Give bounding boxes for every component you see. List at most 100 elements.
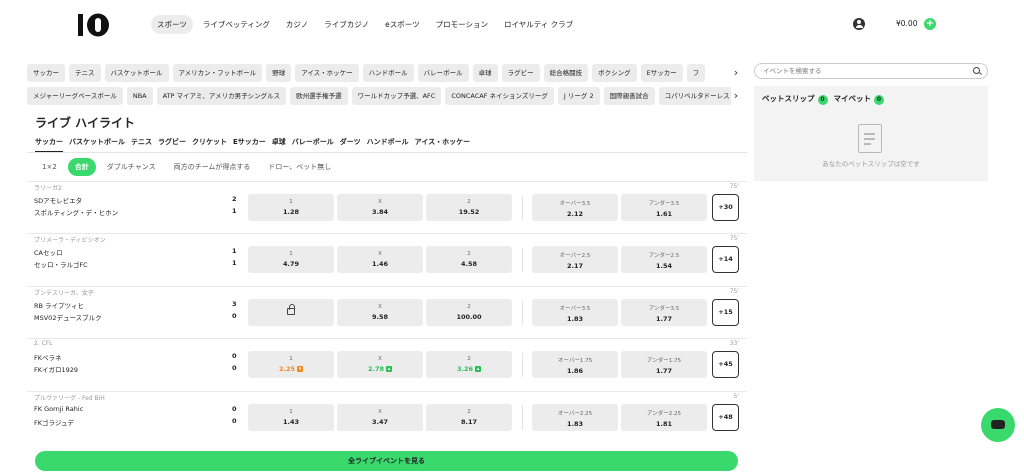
- odd-away-button[interactable]: 2 100.00: [426, 299, 512, 326]
- league-chip[interactable]: ワールドカップ予選、AFC: [351, 87, 442, 105]
- odd-draw-button[interactable]: X 9.58: [337, 299, 423, 326]
- market-tab-1x2[interactable]: 1×2: [35, 159, 64, 175]
- more-markets-button[interactable]: +48: [712, 404, 739, 431]
- deposit-button[interactable]: +: [924, 18, 936, 30]
- event-row[interactable]: ラリーガ2 75' SDアモレビエタ スポルティング・デ・ヒホン 2 1 1 1.…: [27, 181, 747, 233]
- sport-chip[interactable]: アメリカン・フットボール: [172, 64, 263, 82]
- tab-my-bets[interactable]: マイベット 0: [834, 93, 884, 105]
- arrow-down-icon: ▾: [297, 366, 304, 372]
- all-live-events-button[interactable]: 全ライブイベントを見る: [35, 451, 738, 471]
- market-tab-draw-no-bet[interactable]: ドロー、ベット無し: [261, 158, 338, 176]
- match-time: 33': [729, 340, 739, 347]
- event-row[interactable]: プルヴァリーグ - Fed BiH 5' FK Gornji Rahic FKゴ…: [27, 391, 747, 443]
- tab-basketball[interactable]: バスケットボール: [69, 137, 125, 153]
- odd-away-button[interactable]: 2 19.52: [426, 194, 512, 221]
- more-markets-button[interactable]: +15: [712, 299, 739, 326]
- sport-chip[interactable]: 野球: [266, 64, 292, 82]
- more-markets-button[interactable]: +14: [712, 246, 739, 273]
- odd-over-button[interactable]: オーバー2.25 1.83: [532, 404, 618, 431]
- odd-away-button[interactable]: 2 8.17: [426, 404, 512, 431]
- event-row[interactable]: ブンデスリーガ、女子 75' RB ライプツィヒ MSV02デュースブルク 3 …: [27, 286, 747, 338]
- odd-over-button[interactable]: オーバー3.5 2.12: [532, 194, 618, 221]
- odd-away-button[interactable]: 2 4.58: [426, 246, 512, 273]
- event-row[interactable]: 2. CFL 33' FKペラネ FKイガロ1929 0 0 1 2.25 ▾ X 2…: [27, 338, 747, 390]
- odd-home-button[interactable]: 1 1.43: [248, 404, 334, 431]
- tab-ice-hockey[interactable]: アイス・ホッケー: [415, 137, 470, 153]
- arrow-up-icon: ▴: [475, 366, 482, 372]
- sport-chip[interactable]: Eサッカー: [640, 64, 683, 82]
- league-chip[interactable]: NBA: [126, 87, 153, 105]
- tab-volleyball[interactable]: バレーボール: [292, 137, 334, 153]
- tab-esoccer[interactable]: Eサッカー: [233, 137, 266, 153]
- score-away: 0: [232, 417, 237, 425]
- odd-over-button[interactable]: オーバー3.5 1.83: [532, 299, 618, 326]
- odd-home-button[interactable]: 1 2.25 ▾: [248, 351, 334, 378]
- team-home: FKペラネ: [34, 354, 62, 362]
- sport-chip[interactable]: 総合格闘技: [543, 64, 589, 82]
- tab-tennis[interactable]: テニス: [131, 137, 152, 153]
- odd-value: 2.78 ▴: [337, 365, 423, 373]
- league-chip[interactable]: ATP マイアミ、アメリカ男子シングルス: [156, 87, 287, 105]
- odd-draw-button[interactable]: X 1.46: [337, 246, 423, 273]
- sport-chip[interactable]: バレーボール: [417, 64, 469, 82]
- league-chip[interactable]: J リーグ 2: [557, 87, 600, 105]
- league-chip[interactable]: 国際親善試合: [603, 87, 655, 105]
- market-tab-double-chance[interactable]: ダブルチャンス: [100, 158, 163, 176]
- sport-chip[interactable]: サッカー: [27, 64, 65, 82]
- odd-draw-button[interactable]: X 3.84: [337, 194, 423, 221]
- search-icon[interactable]: [973, 67, 980, 74]
- score-away: 0: [232, 364, 237, 372]
- event-row[interactable]: プリメーラ・ディビシオン 75' CAセッロ セッロ・ラルゴFC 1 1 1 4.…: [27, 233, 747, 285]
- odd-under-button[interactable]: アンダー3.5 1.77: [621, 299, 707, 326]
- odd-under-button[interactable]: アンダー2.5 1.54: [621, 246, 707, 273]
- nav-sports[interactable]: スポーツ: [151, 15, 193, 34]
- odd-under-button[interactable]: アンダー3.5 1.61: [621, 194, 707, 221]
- league-chip[interactable]: CONCACAF ネイションズリーグ: [445, 87, 554, 105]
- sport-chip[interactable]: ハンドボール: [362, 64, 414, 82]
- more-markets-button[interactable]: +45: [712, 351, 739, 378]
- league-chip[interactable]: 欧州選手権予選: [290, 87, 348, 105]
- more-markets-button[interactable]: +30: [712, 194, 739, 221]
- nav-live-betting[interactable]: ライブベッティング: [197, 15, 276, 34]
- tab-rugby[interactable]: ラグビー: [158, 137, 186, 153]
- user-icon[interactable]: [853, 18, 865, 30]
- league-chip[interactable]: メジャーリーグベースボール: [27, 87, 123, 105]
- tab-soccer[interactable]: サッカー: [35, 137, 63, 153]
- odd-under-button[interactable]: アンダー1.75 1.77: [621, 351, 707, 378]
- sport-chip[interactable]: フ: [686, 64, 706, 82]
- market-tab-total[interactable]: 合計: [67, 158, 96, 176]
- logo[interactable]: [77, 12, 113, 38]
- chat-button[interactable]: [981, 408, 1015, 442]
- sport-chip[interactable]: 卓球: [472, 64, 498, 82]
- tab-table-tennis[interactable]: 卓球: [272, 137, 286, 153]
- league-chip[interactable]: コパリベルタドーレス: [658, 87, 736, 105]
- chevron-right-icon[interactable]: ›: [731, 64, 741, 82]
- nav-casino[interactable]: カジノ: [280, 15, 314, 34]
- search-input[interactable]: [763, 66, 963, 76]
- sport-chip[interactable]: ラグビー: [501, 64, 540, 82]
- market-tab-both-score[interactable]: 両方のチームが得点する: [167, 158, 258, 176]
- odd-away-button[interactable]: 2 3.26 ▴: [426, 351, 512, 378]
- nav-promotions[interactable]: プロモーション: [430, 15, 494, 34]
- nav-live-casino[interactable]: ライブカジノ: [318, 15, 375, 34]
- tab-cricket[interactable]: クリケット: [192, 137, 227, 153]
- odd-home-button[interactable]: 1 4.79: [248, 246, 334, 273]
- sport-chip[interactable]: アイス・ホッケー: [295, 64, 359, 82]
- tab-handball[interactable]: ハンドボール: [367, 137, 409, 153]
- nav-esports[interactable]: eスポーツ: [379, 15, 425, 34]
- odd-over-button[interactable]: オーバー2.5 2.17: [532, 246, 618, 273]
- tab-betslip[interactable]: ベットスリップ 0: [762, 93, 828, 105]
- sport-chip[interactable]: ボクシング: [592, 64, 637, 82]
- sport-chip[interactable]: バスケットボール: [104, 64, 169, 82]
- sport-chip[interactable]: テニス: [69, 64, 101, 82]
- team-away: スポルティング・デ・ヒホン: [34, 209, 119, 217]
- chevron-right-icon[interactable]: ›: [731, 87, 741, 105]
- odd-under-button[interactable]: アンダー2.25 1.81: [621, 404, 707, 431]
- odd-draw-button[interactable]: X 2.78 ▴: [337, 351, 423, 378]
- odd-home-button[interactable]: 1 1.28: [248, 194, 334, 221]
- odd-over-button[interactable]: オーバー1.75 1.86: [532, 351, 618, 378]
- odd-value: 1.83: [566, 315, 584, 323]
- odd-draw-button[interactable]: X 3.47: [337, 404, 423, 431]
- nav-loyalty-club[interactable]: ロイヤルティ クラブ: [498, 15, 579, 34]
- tab-darts[interactable]: ダーツ: [340, 137, 361, 153]
